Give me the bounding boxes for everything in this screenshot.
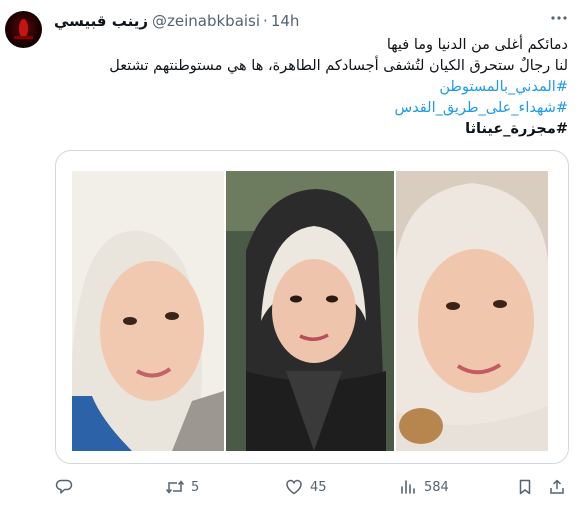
avatar[interactable] — [5, 11, 42, 48]
bookmark-icon — [515, 477, 535, 497]
display-name[interactable]: زينب قبيسي — [54, 12, 148, 30]
more-horizontal-icon — [550, 9, 568, 31]
hashtag-link[interactable]: #مجزرة_عيناثا — [54, 120, 568, 139]
like-count: 45 — [310, 479, 327, 495]
heart-icon — [284, 477, 304, 497]
views-count: 584 — [424, 479, 449, 495]
separator-dot: · — [263, 12, 268, 30]
timestamp[interactable]: 14h — [271, 12, 300, 30]
views-button[interactable]: 584 — [398, 476, 449, 498]
user-handle[interactable]: @zeinabkbaisi — [152, 12, 260, 30]
photo-middle[interactable] — [226, 171, 394, 451]
tweet-header: زينب قبيسي @zeinabkbaisi · 14h — [54, 11, 299, 31]
hashtag-link[interactable]: #المدني_بالمستوطن — [54, 78, 568, 97]
share-button[interactable] — [547, 476, 567, 498]
reply-icon — [54, 477, 74, 497]
retweet-button[interactable]: 5 — [165, 476, 199, 498]
tweet-text-line-2: لنا رجالٌ ستحرق الكيان لتُشفى أجسادكم ال… — [109, 58, 568, 74]
views-bar-chart-icon — [398, 477, 418, 497]
retweet-count: 5 — [191, 479, 200, 495]
reply-button[interactable] — [54, 476, 80, 498]
more-options-button[interactable] — [549, 10, 569, 30]
like-button[interactable]: 45 — [284, 476, 327, 498]
retweet-icon — [165, 477, 185, 497]
avatar-flame-shape — [19, 19, 28, 37]
hashtag-link[interactable]: #شهداء_على_طريق_القدس — [54, 99, 569, 118]
photo-right[interactable] — [396, 171, 548, 451]
tweet-actions-bar: 5 45 584 — [0, 476, 582, 498]
share-icon — [547, 477, 567, 497]
avatar-base-shape — [14, 36, 33, 39]
photo-left[interactable] — [72, 171, 224, 451]
media-card[interactable] — [55, 150, 569, 464]
bookmark-button[interactable] — [515, 476, 535, 498]
tweet-text-line-1: دمائكم أغلى من الدنيا وما فيها — [386, 37, 568, 53]
